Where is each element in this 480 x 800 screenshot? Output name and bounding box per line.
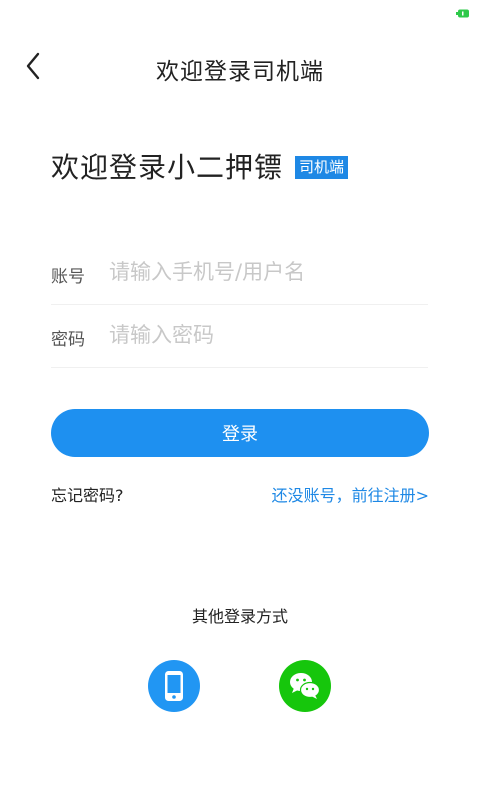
password-input[interactable]: [109, 317, 419, 353]
other-login-label: 其他登录方式: [191, 607, 288, 626]
wechat-login-button[interactable]: [279, 660, 331, 712]
phone-login-button[interactable]: [148, 660, 200, 712]
status-bar: [0, 0, 480, 28]
register-link[interactable]: 还没账号，前往注册>: [272, 482, 429, 506]
wechat-icon: [290, 673, 321, 699]
welcome-heading: 欢迎登录小二押镖 司机端: [51, 146, 349, 186]
battery-icon: [456, 9, 469, 18]
role-badge: 司机端: [295, 155, 349, 179]
phone-icon: [165, 671, 183, 701]
welcome-title: 欢迎登录小二押镖: [51, 151, 284, 184]
password-field: 密码: [51, 305, 428, 368]
login-button[interactable]: 登录: [51, 409, 429, 457]
password-label: 密码: [51, 330, 85, 350]
page-title: 欢迎登录司机端: [156, 59, 324, 85]
account-input[interactable]: [109, 254, 419, 290]
top-nav: 欢迎登录司机端: [0, 40, 480, 92]
forgot-password-link[interactable]: 忘记密码?: [51, 482, 124, 506]
account-label: 账号: [51, 267, 85, 287]
account-field: 账号: [51, 242, 428, 305]
